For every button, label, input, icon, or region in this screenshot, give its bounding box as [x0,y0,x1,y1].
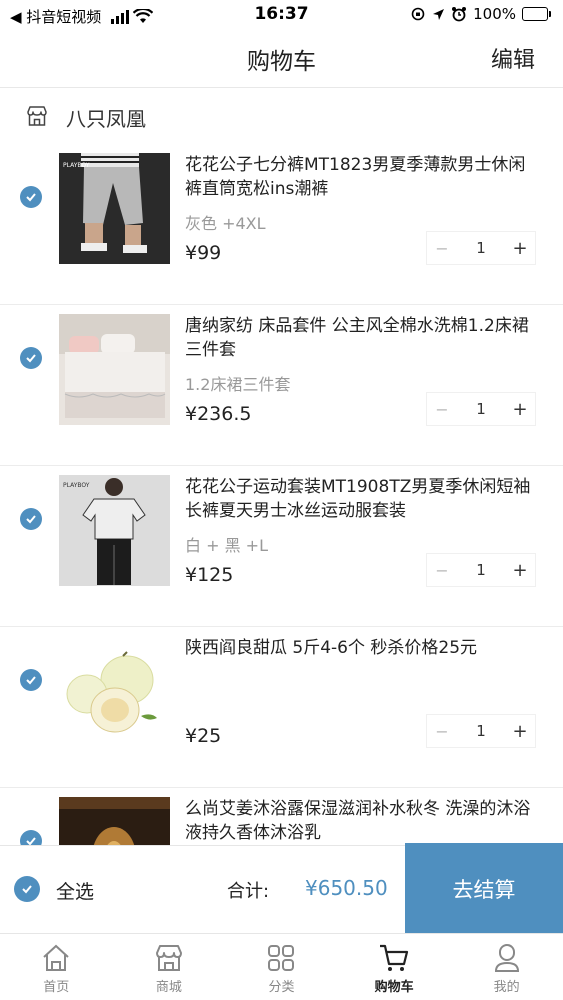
tab-home-label: 首页 [43,980,70,995]
quantity-stepper: − 1 + [426,231,536,265]
tab-category-label: 分类 [268,980,295,995]
decrease-button[interactable]: − [433,561,451,580]
product-spec[interactable]: 1.2床裙三件套 [185,371,290,395]
shop-header[interactable]: 八只凤凰 [0,89,563,145]
tab-bar: 首页 商城 分类 购物车 我的 [0,933,563,1000]
svg-text:PLAYBOY: PLAYBOY [63,482,90,489]
total-label: 合计: [227,881,270,902]
check-icon [22,885,32,894]
cart-item[interactable]: 陕西阎良甜瓜 5斤4-6个 秒杀价格25元 ¥25 − 1 + [0,628,563,788]
tab-store-label: 商城 [155,980,182,995]
tab-profile[interactable]: 我的 [450,934,563,1000]
quantity-value[interactable]: 1 [466,239,496,257]
battery-percent: 100% [473,5,516,23]
decrease-button[interactable]: − [433,400,451,419]
edit-button[interactable]: 编辑 [491,42,535,74]
check-icon [26,193,36,202]
store-icon [155,945,182,971]
decrease-button[interactable]: − [433,722,451,741]
product-title[interactable]: 么尚艾姜沐浴露保湿滋润补水秋冬 洗澡的沐浴液持久香体沐浴乳 [185,797,535,845]
cart-icon [380,944,409,971]
product-price: ¥236.5 [185,403,252,425]
shop-name: 八只凤凰 [66,107,146,131]
shop-icon [27,106,47,126]
product-title[interactable]: 花花公子七分裤MT1823男夏季薄款男士休闲裤直筒宽松ins潮裤 [185,153,535,201]
status-bar: ◀ 抖音短视频 16:37 100% [0,0,563,30]
product-price: ¥99 [185,242,222,264]
nav-bar: 购物车 编辑 [0,30,563,88]
select-all-label[interactable]: 全选 [56,877,94,904]
tab-cart[interactable]: 购物车 [338,934,451,1000]
product-title[interactable]: 陕西阎良甜瓜 5斤4-6个 秒杀价格25元 [185,636,535,660]
product-title[interactable]: 唐纳家纺 床品套件 公主风全棉水洗棉1.2床裙三件套 [185,314,535,362]
item-checkbox[interactable] [20,669,42,691]
increase-button[interactable]: + [511,399,529,420]
product-image[interactable] [59,797,170,845]
orientation-lock-icon [411,7,425,21]
grid-icon [268,945,295,971]
increase-button[interactable]: + [511,238,529,259]
check-icon [26,837,36,845]
decrease-button[interactable]: − [433,239,451,258]
cart-item[interactable]: PLAYBOY 花花公子七分裤MT1823男夏季薄款男士休闲裤直筒宽松ins潮裤… [0,145,563,305]
increase-button[interactable]: + [511,560,529,581]
battery-icon [522,7,551,21]
quantity-stepper: − 1 + [426,714,536,748]
quantity-stepper: − 1 + [426,392,536,426]
checkout-bar: 全选 合计: ¥650.50 去结算 [0,843,563,934]
tab-cart-label: 购物车 [374,980,414,995]
item-checkbox[interactable] [20,830,42,845]
total-amount: ¥650.50 [305,876,388,900]
quantity-value[interactable]: 1 [466,561,496,579]
profile-icon [494,944,519,972]
product-image[interactable] [59,314,170,425]
product-image[interactable]: PLAYBOY [59,153,170,264]
cart-item[interactable]: 么尚艾姜沐浴露保湿滋润补水秋冬 洗澡的沐浴液持久香体沐浴乳 [0,789,563,845]
cart-item[interactable]: 唐纳家纺 床品套件 公主风全棉水洗棉1.2床裙三件套 1.2床裙三件套 ¥236… [0,306,563,466]
product-image[interactable]: PLAYBOY [59,475,170,586]
item-checkbox[interactable] [20,508,42,530]
check-icon [26,676,36,685]
product-price: ¥25 [185,725,222,747]
item-checkbox[interactable] [20,186,42,208]
product-price: ¥125 [185,564,234,586]
svg-text:PLAYBOY: PLAYBOY [63,162,90,169]
quantity-value[interactable]: 1 [466,400,496,418]
increase-button[interactable]: + [511,721,529,742]
tab-store[interactable]: 商城 [113,934,226,1000]
product-spec[interactable]: 白 + 黑 +L [185,532,268,556]
cart-list[interactable]: PLAYBOY 花花公子七分裤MT1823男夏季薄款男士休闲裤直筒宽松ins潮裤… [0,145,563,845]
product-spec[interactable]: 灰色 +4XL [185,210,266,234]
page-title: 购物车 [247,49,316,75]
location-icon [433,8,445,20]
tab-profile-label: 我的 [493,980,520,995]
select-all-checkbox[interactable] [14,876,40,902]
home-icon [43,944,69,971]
tab-category[interactable]: 分类 [225,934,338,1000]
item-checkbox[interactable] [20,347,42,369]
checkout-button[interactable]: 去结算 [405,843,563,934]
alarm-icon [452,7,467,22]
product-title[interactable]: 花花公子运动套装MT1908TZ男夏季休闲短袖长裤夏天男士冰丝运动服套装 [185,475,535,523]
check-icon [26,515,36,524]
check-icon [26,354,36,363]
quantity-value[interactable]: 1 [466,722,496,740]
cart-item[interactable]: PLAYBOY 花花公子运动套装MT1908TZ男夏季休闲短袖长裤夏天男士冰丝运… [0,467,563,627]
product-image[interactable] [59,636,170,747]
tab-home[interactable]: 首页 [0,934,113,1000]
quantity-stepper: − 1 + [426,553,536,587]
